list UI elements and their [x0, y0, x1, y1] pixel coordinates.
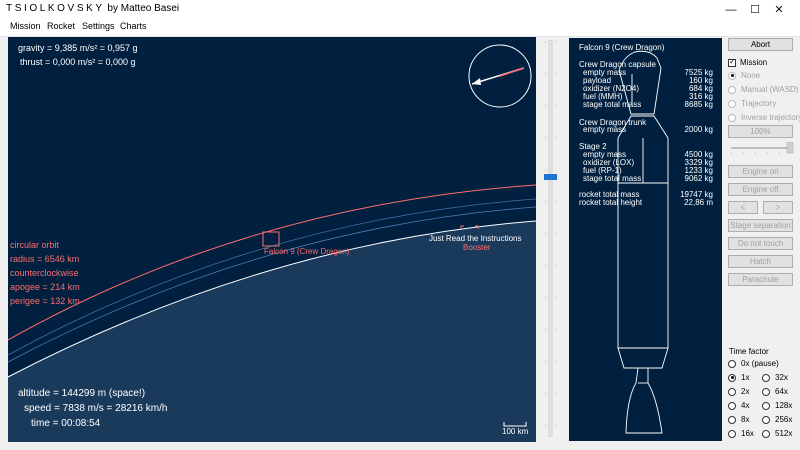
menu-mission[interactable]: Mission	[10, 21, 41, 31]
time-factor-128x[interactable]: 128x	[762, 401, 792, 410]
engine-off-button[interactable]: Engine off	[728, 183, 793, 196]
radio-icon	[728, 387, 736, 396]
menu-settings[interactable]: Settings	[82, 21, 115, 31]
rocket-marker[interactable]	[262, 231, 280, 247]
engine-on-button[interactable]: Engine on	[728, 165, 793, 178]
stage2-base	[617, 347, 669, 369]
panel-title: Falcon 9 (Crew Dragon)	[579, 43, 665, 52]
ship-label: Just Read the Instructions	[429, 234, 522, 243]
radio-icon	[762, 373, 770, 382]
zoom-slider-graphic	[544, 39, 557, 438]
time-factor-32x[interactable]: 32x	[762, 373, 788, 382]
radio-icon	[728, 359, 736, 368]
scale-label: 100 km	[502, 427, 529, 436]
orbit-direction: counterclockwise	[10, 268, 79, 278]
time-factor-16x[interactable]: 16x	[728, 429, 754, 438]
rocket-label: Falcon 9 (Crew Dragon)	[264, 247, 350, 256]
orbit-apogee: apogee = 214 km	[10, 282, 80, 292]
title-bar: TSIOLKOVSKY by Matteo Basei — ☐ ✕	[0, 0, 800, 19]
orbit-type: circular orbit	[10, 240, 60, 250]
hatch-button[interactable]: Hatch	[728, 255, 793, 268]
radio-icon	[728, 85, 736, 94]
radio-icon	[762, 415, 770, 424]
radio-icon	[728, 429, 736, 438]
time-readout: time = 00:08:54	[31, 418, 101, 429]
capsule-row: stage total mass 8685 kg	[583, 100, 713, 109]
radio-icon	[728, 113, 736, 122]
orbit-radius: radius = 6546 km	[10, 254, 80, 264]
compass-arrow-icon	[472, 78, 481, 85]
trunk-row: empty mass 2000 kg	[583, 125, 713, 134]
radio-icon	[728, 401, 736, 410]
time-factor-4x[interactable]: 4x	[728, 401, 749, 410]
checkbox-checked-icon	[728, 57, 736, 67]
zoom-slider[interactable]	[543, 39, 558, 438]
rotate-right-button[interactable]: >	[763, 201, 793, 214]
mission-checkbox[interactable]: Mission	[728, 57, 768, 67]
menu-bar: Mission Rocket Settings Charts	[0, 19, 800, 37]
throttle-slider-thumb[interactable]	[786, 142, 794, 154]
radio-icon	[728, 415, 736, 424]
time-factor-0x[interactable]: 0x (pause)	[728, 359, 779, 368]
stage-separation-button[interactable]: Stage separation	[728, 219, 793, 232]
time-factor-64x[interactable]: 64x	[762, 387, 788, 396]
rocket-info-panel: Falcon 9 (Crew Dragon) Crew Dragon capsu…	[569, 38, 722, 441]
rotate-left-button[interactable]: <	[728, 201, 758, 214]
thrust-readout: thrust = 0,000 m/s² = 0,000 g	[20, 57, 136, 67]
speed-readout: speed = 7838 m/s = 28216 km/h	[24, 403, 168, 414]
radio-icon	[728, 71, 736, 80]
engine-nozzle	[625, 367, 663, 434]
mode-radio-none[interactable]: None	[728, 71, 760, 80]
window-title: TSIOLKOVSKY by Matteo Basei	[6, 3, 179, 14]
time-factor-1x[interactable]: 1x	[728, 373, 749, 382]
radio-icon	[762, 401, 770, 410]
total-height-row: rocket total height 22,86 m	[579, 198, 713, 207]
orbit-perigee: perigee = 132 km	[10, 296, 80, 306]
abort-button[interactable]: Abort	[728, 38, 793, 51]
mode-radio-manual[interactable]: Manual (WASD)	[728, 85, 799, 94]
compass-velocity-needle	[499, 67, 525, 77]
time-factor-512x[interactable]: 512x	[762, 429, 792, 438]
zoom-slider-thumb[interactable]	[544, 174, 557, 180]
time-factor-label: Time factor	[729, 347, 769, 356]
stage2-row: stage total mass 9062 kg	[583, 174, 713, 183]
menu-rocket[interactable]: Rocket	[47, 21, 75, 31]
mode-radio-trajectory[interactable]: Trajectory	[728, 99, 776, 108]
time-factor-2x[interactable]: 2x	[728, 387, 749, 396]
altitude-readout: altitude = 144299 m (space!)	[18, 388, 146, 399]
do-not-touch-button[interactable]: Do not touch	[728, 237, 793, 250]
radio-icon	[728, 373, 736, 382]
mode-radio-inverse-trajectory[interactable]: Inverse trajectory	[728, 113, 800, 122]
close-button[interactable]: ✕	[756, 0, 800, 19]
time-factor-256x[interactable]: 256x	[762, 415, 792, 424]
throttle-button[interactable]: 100%	[728, 125, 793, 138]
gravity-readout: gravity = 9,385 m/s² = 0,957 g	[18, 43, 138, 53]
space-view[interactable]: gravity = 9,385 m/s² = 0,957 g thrust = …	[8, 37, 536, 442]
app-author: by Matteo Basei	[107, 3, 180, 14]
radio-icon	[762, 387, 770, 396]
radio-icon	[762, 429, 770, 438]
throttle-slider[interactable]	[728, 142, 794, 154]
parachute-button[interactable]: Parachute	[728, 273, 793, 286]
app-name: TSIOLKOVSKY	[6, 3, 105, 14]
menu-charts[interactable]: Charts	[120, 21, 147, 31]
stage2-outline	[617, 182, 669, 349]
mission-checkbox-label: Mission	[740, 58, 768, 67]
radio-icon	[728, 99, 736, 108]
time-factor-8x[interactable]: 8x	[728, 415, 749, 424]
booster-label: Booster	[463, 243, 491, 252]
